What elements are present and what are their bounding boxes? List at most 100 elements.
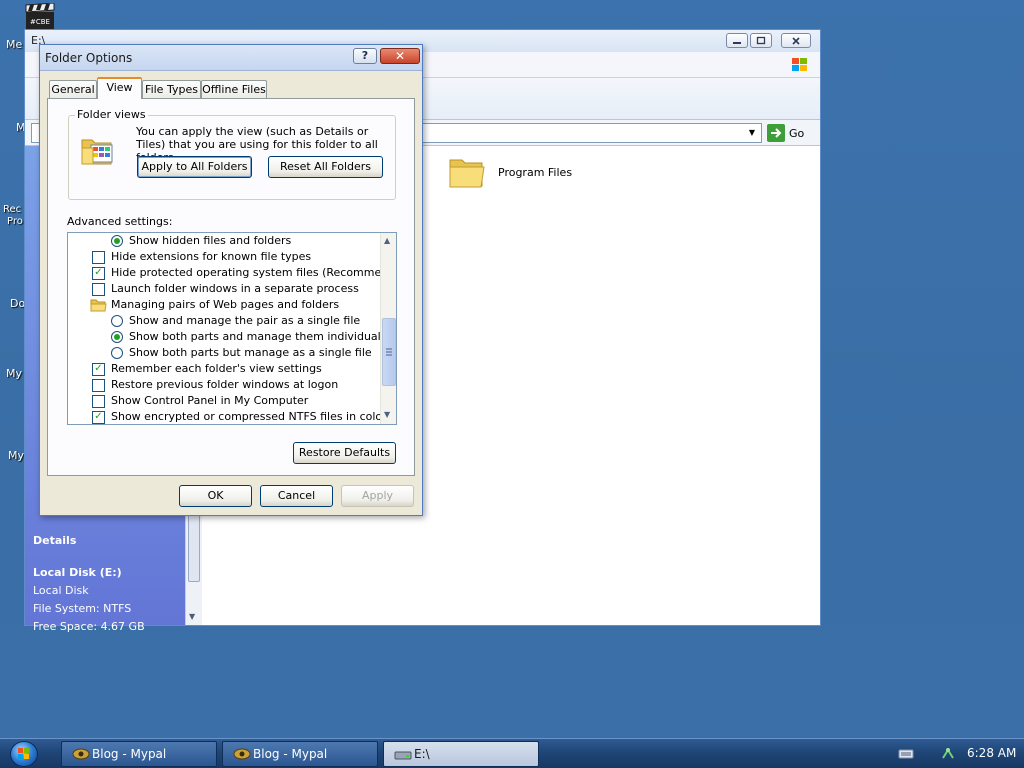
keyboard-icon[interactable] bbox=[898, 748, 914, 760]
close-button[interactable] bbox=[781, 33, 811, 48]
details-panel: Details Local Disk (E:) Local Disk File … bbox=[33, 532, 183, 636]
dialog-title: Folder Options bbox=[45, 51, 133, 65]
browser-icon bbox=[233, 748, 251, 760]
tray-clock[interactable]: 6:28 AM bbox=[967, 746, 1016, 760]
list-item[interactable]: ✓ Remember each folder's view settings bbox=[92, 361, 322, 377]
details-free-space: Free Space: 4.67 GB bbox=[33, 620, 145, 633]
desktop-icon-label[interactable]: Pro bbox=[7, 216, 23, 227]
apply-button[interactable]: Apply bbox=[341, 485, 414, 507]
maximize-button[interactable] bbox=[750, 33, 772, 48]
radio-button[interactable] bbox=[111, 235, 123, 247]
checkbox[interactable] bbox=[92, 378, 105, 392]
checkbox[interactable]: ✓ bbox=[92, 362, 105, 376]
dialog-titlebar[interactable]: Folder Options ? ✕ bbox=[40, 45, 422, 71]
setting-label: Restore previous folder windows at logon bbox=[111, 378, 339, 391]
list-item[interactable]: ✓ Show encrypted or compressed NTFS file… bbox=[92, 409, 387, 424]
desktop-icon-label[interactable]: My bbox=[6, 367, 22, 380]
setting-label: Launch folder windows in a separate proc… bbox=[111, 282, 359, 295]
restore-defaults-button[interactable]: Restore Defaults bbox=[293, 442, 396, 464]
list-item[interactable]: Show Control Panel in My Computer bbox=[92, 393, 308, 409]
minimize-button[interactable] bbox=[726, 33, 748, 48]
desktop-icon-label[interactable]: Me bbox=[6, 38, 22, 51]
list-item[interactable]: Show and manage the pair as a single fil… bbox=[111, 313, 360, 329]
view-tab-panel: Folder views You can apply the view (suc… bbox=[47, 98, 415, 476]
windows-logo-icon bbox=[18, 748, 29, 759]
close-icon: ✕ bbox=[394, 49, 406, 63]
cancel-button[interactable]: Cancel bbox=[260, 485, 333, 507]
go-arrow-icon bbox=[767, 124, 785, 142]
list-item: Managing pairs of Web pages and folders bbox=[90, 297, 339, 313]
help-icon: ? bbox=[361, 49, 369, 62]
ok-button[interactable]: OK bbox=[179, 485, 252, 507]
setting-label: Show and manage the pair as a single fil… bbox=[129, 314, 361, 327]
checkbox[interactable]: ✓ bbox=[92, 266, 105, 280]
checkbox[interactable]: ✓ bbox=[92, 410, 105, 424]
advanced-list-scrollbar[interactable]: ▲ ▼ bbox=[380, 233, 396, 424]
list-item[interactable]: Program Files bbox=[448, 154, 572, 190]
checkbox[interactable] bbox=[92, 394, 105, 408]
desktop-icon-label[interactable]: Rec bbox=[3, 204, 21, 215]
list-item[interactable]: Show hidden files and folders bbox=[111, 233, 291, 249]
setting-label: Show both parts and manage them individu… bbox=[129, 330, 391, 343]
item-label: Program Files bbox=[498, 165, 573, 179]
go-button[interactable]: Go bbox=[767, 123, 817, 143]
dialog-close-button[interactable]: ✕ bbox=[380, 48, 420, 64]
radio-button[interactable] bbox=[111, 347, 123, 359]
scrollbar-thumb[interactable] bbox=[382, 318, 396, 386]
list-item[interactable]: Show both parts but manage as a single f… bbox=[111, 345, 372, 361]
scroll-down-icon[interactable]: ▼ bbox=[189, 612, 195, 621]
checkbox[interactable] bbox=[92, 250, 105, 264]
address-dropdown-button[interactable]: ▼ bbox=[745, 125, 759, 141]
details-title[interactable]: Details bbox=[33, 532, 183, 550]
minimize-icon bbox=[733, 41, 741, 44]
taskbar-button[interactable]: E:\ bbox=[383, 741, 539, 767]
setting-label: Show both parts but manage as a single f… bbox=[129, 346, 372, 359]
start-button[interactable] bbox=[10, 741, 38, 767]
desktop-icon-label[interactable]: My bbox=[8, 449, 24, 462]
chevron-down-icon: ▼ bbox=[748, 128, 756, 137]
setting-label: Hide protected operating system files (R… bbox=[111, 266, 397, 279]
list-item[interactable]: Hide extensions for known file types bbox=[92, 249, 311, 265]
scroll-up-icon[interactable]: ▲ bbox=[384, 236, 390, 245]
taskbar-button[interactable]: Blog - Mypal bbox=[61, 741, 217, 767]
list-item[interactable]: ✓ Hide protected operating system files … bbox=[92, 265, 397, 281]
network-icon[interactable] bbox=[940, 746, 956, 762]
movie-icon-text: #CBE bbox=[30, 18, 50, 26]
grip-icon bbox=[386, 348, 392, 356]
scroll-down-icon[interactable]: ▼ bbox=[384, 410, 390, 419]
list-item[interactable]: Launch folder windows in a separate proc… bbox=[92, 281, 359, 297]
list-item[interactable]: Show both parts and manage them individu… bbox=[111, 329, 390, 345]
radio-button[interactable] bbox=[111, 331, 123, 343]
folder-views-group: Folder views You can apply the view (suc… bbox=[68, 108, 396, 200]
folder-icon bbox=[449, 159, 485, 188]
setting-label: Show encrypted or compressed NTFS files … bbox=[111, 410, 387, 423]
taskbar-button-label: Blog - Mypal bbox=[92, 747, 167, 761]
details-drive-type: Local Disk bbox=[33, 584, 89, 597]
setting-label: Remember each folder's view settings bbox=[111, 362, 322, 375]
apply-to-all-folders-button[interactable]: Apply to All Folders bbox=[137, 156, 252, 178]
folder-views-icon bbox=[81, 139, 113, 165]
details-filesystem: File System: NTFS bbox=[33, 602, 132, 615]
browser-icon bbox=[72, 748, 90, 760]
tab-file-types[interactable]: File Types bbox=[142, 80, 201, 98]
movie-clapper-icon[interactable]: #CBE bbox=[24, 2, 56, 31]
advanced-settings-label: Advanced settings: bbox=[67, 215, 173, 228]
scrollbar-thumb[interactable] bbox=[188, 512, 200, 582]
desktop-icon-label[interactable]: Do bbox=[10, 297, 25, 310]
tab-view[interactable]: View bbox=[97, 77, 142, 99]
radio-button[interactable] bbox=[111, 315, 123, 327]
taskbar-button[interactable]: Blog - Mypal bbox=[222, 741, 378, 767]
windows-flag-icon bbox=[792, 58, 807, 71]
taskbar-button-label: E:\ bbox=[414, 747, 430, 761]
setting-group-label: Managing pairs of Web pages and folders bbox=[111, 298, 340, 311]
tab-offline-files[interactable]: Offline Files bbox=[201, 80, 267, 98]
list-item[interactable]: Restore previous folder windows at logon bbox=[92, 377, 338, 393]
advanced-settings-list[interactable]: Show hidden files and folders Hide exten… bbox=[67, 232, 397, 425]
tab-general[interactable]: General bbox=[49, 80, 97, 98]
help-button[interactable]: ? bbox=[353, 48, 377, 64]
reset-all-folders-button[interactable]: Reset All Folders bbox=[268, 156, 383, 178]
go-label: Go bbox=[789, 126, 805, 140]
checkbox[interactable] bbox=[92, 282, 105, 296]
setting-label: Hide extensions for known file types bbox=[111, 250, 312, 263]
taskbar: Blog - Mypal Blog - Mypal E:\ 6:28 AM bbox=[0, 738, 1024, 768]
